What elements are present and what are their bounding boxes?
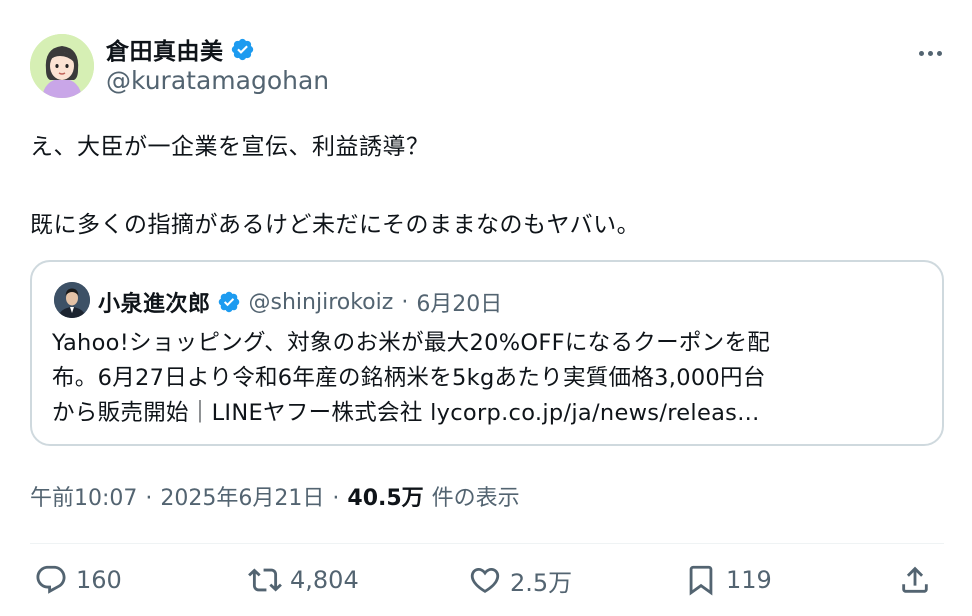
views-count[interactable]: 40.5万 — [347, 480, 423, 512]
author-avatar[interactable] — [30, 34, 94, 98]
quoted-author-name[interactable]: 小泉進次郎 — [98, 286, 211, 318]
like-count: 2.5万 — [510, 568, 573, 597]
quoted-tweet-header: 小泉進次郎 @shinjirokoiz · 6月20日 — [98, 286, 502, 318]
reply-count: 160 — [76, 566, 122, 594]
retweet-icon — [248, 568, 282, 592]
quoted-tweet-text: Yahoo!ショッピング、対象のお米が最大20%OFFになるクーポンを配 布。6… — [52, 326, 932, 431]
divider — [30, 543, 944, 544]
quoted-text-line: 布。6月27日より令和6年産の銘柄米を5kgあたり実質価格3,000円台 — [52, 365, 766, 391]
meta-separator: · — [332, 486, 340, 511]
bookmark-icon — [689, 565, 713, 596]
meta-separator: · — [145, 486, 153, 511]
verified-badge-icon — [231, 38, 253, 60]
bookmark-button[interactable]: 119 — [684, 560, 772, 600]
verified-badge-icon — [218, 291, 239, 313]
author-name[interactable]: 倉田真由美 — [106, 32, 255, 66]
quoted-tweet-card[interactable]: 小泉進次郎 @shinjirokoiz · 6月20日 Yahoo!ショッピング… — [30, 260, 944, 446]
heart-icon — [470, 567, 500, 593]
tweet: 倉田真由美 @kuratamagohan え、大臣が一企業を宣伝、利益誘導？ 既… — [0, 0, 972, 616]
tweet-meta: 午前10:07 · 2025年6月21日 · 40.5万 件の表示 — [30, 480, 520, 512]
quoted-date[interactable]: 6月20日 — [416, 286, 502, 318]
retweet-count: 4,804 — [290, 566, 359, 594]
quoted-text-line: から販売開始｜LINEヤフー株式会社 lycorp.co.jp/ja/news/… — [52, 400, 760, 426]
share-icon — [902, 566, 928, 593]
quoted-author-handle[interactable]: @shinjirokoiz — [249, 290, 394, 315]
tweet-date[interactable]: 2025年6月21日 — [160, 480, 324, 512]
bookmark-count: 119 — [726, 566, 772, 594]
more-dots-icon[interactable] — [910, 40, 950, 66]
reply-button[interactable]: 160 — [34, 560, 122, 600]
avatar-illustration — [30, 34, 94, 98]
quoted-separator: · — [401, 289, 409, 315]
share-button[interactable] — [898, 560, 932, 600]
reply-icon — [36, 565, 66, 594]
author-handle[interactable]: @kuratamagohan — [106, 66, 329, 95]
quoted-avatar-photo — [54, 282, 90, 318]
retweet-button[interactable]: 4,804 — [248, 560, 359, 600]
quoted-author-avatar[interactable] — [54, 282, 90, 318]
author-name-text[interactable]: 倉田真由美 — [106, 32, 224, 66]
tweet-text-line-1: え、大臣が一企業を宣伝、利益誘導？ — [30, 134, 430, 160]
tweet-text-line-2: 既に多くの指摘があるけど未だにそのままなのもヤバい。 — [30, 212, 641, 238]
tweet-time[interactable]: 午前10:07 — [30, 480, 137, 512]
like-button[interactable]: 2.5万 — [468, 560, 572, 600]
quoted-text-line: Yahoo!ショッピング、対象のお米が最大20%OFFになるクーポンを配 — [52, 330, 771, 356]
views-label[interactable]: 件の表示 — [432, 480, 520, 512]
